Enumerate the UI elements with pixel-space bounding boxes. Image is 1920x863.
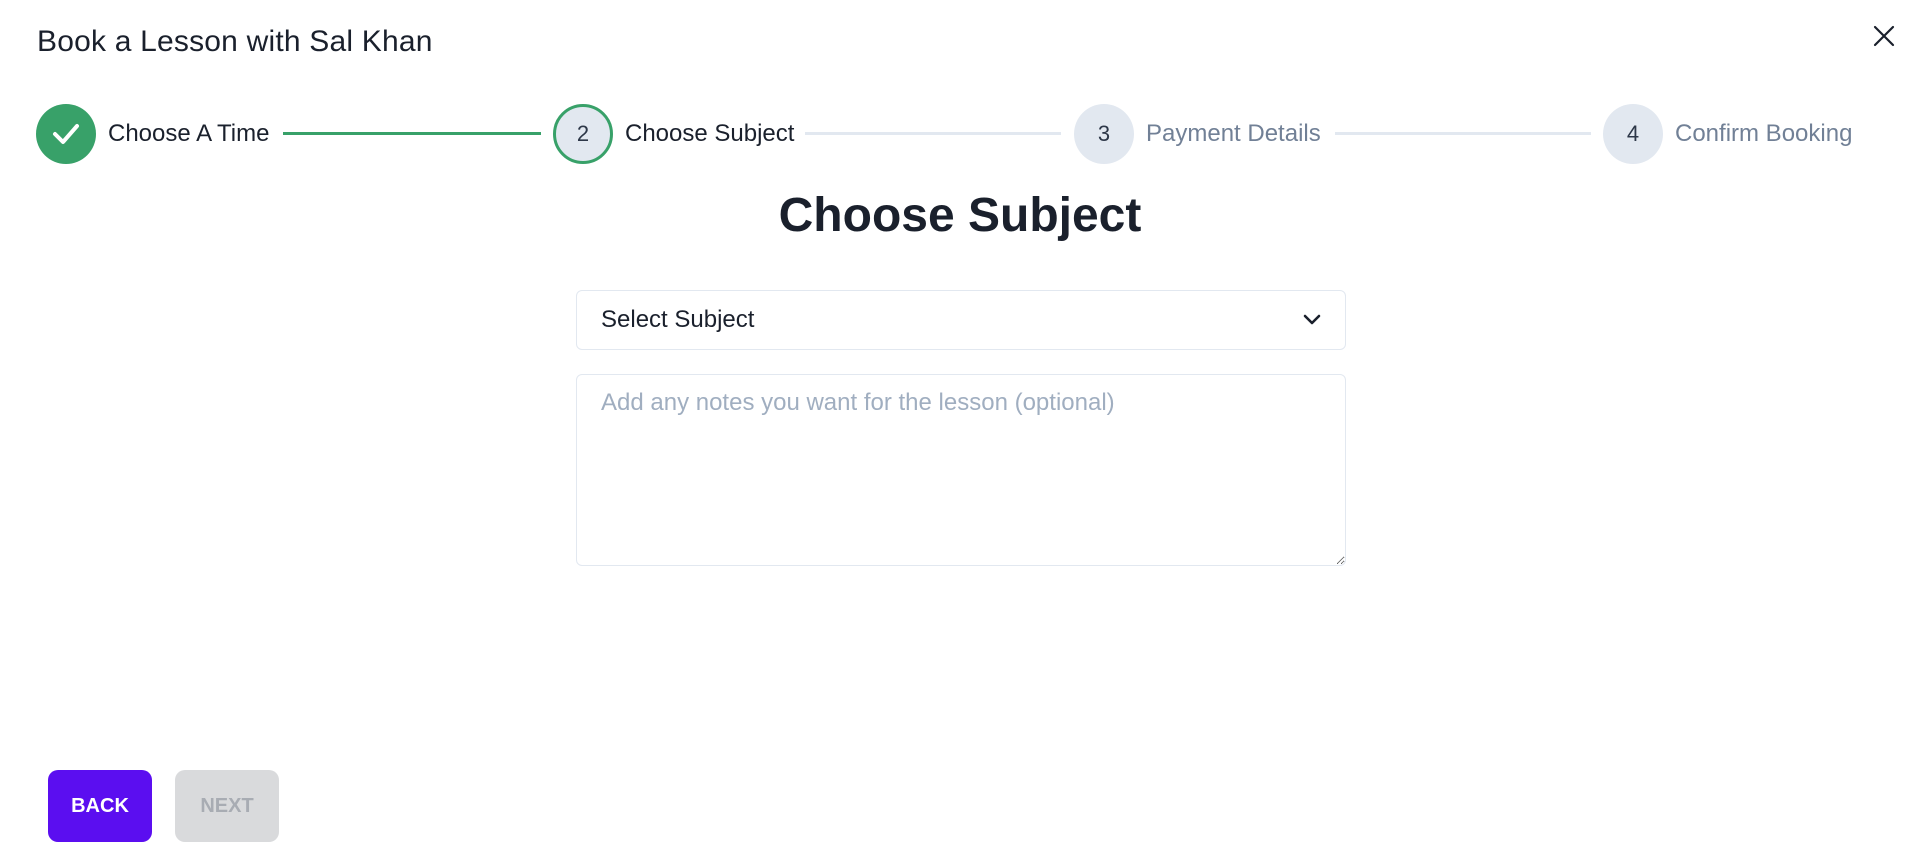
step-4-indicator: 4 bbox=[1603, 104, 1663, 164]
next-button[interactable]: NEXT bbox=[175, 770, 279, 842]
step-2-indicator: 2 bbox=[553, 104, 613, 164]
step-4-label: Confirm Booking bbox=[1675, 120, 1853, 147]
subject-select-value: Select Subject bbox=[601, 306, 755, 333]
close-icon bbox=[1873, 25, 1895, 47]
step-2-label: Choose Subject bbox=[625, 120, 795, 147]
step-2-number: 2 bbox=[576, 121, 590, 146]
step-connector-3 bbox=[1335, 132, 1591, 135]
step-1-label: Choose A Time bbox=[108, 120, 270, 147]
step-3-label: Payment Details bbox=[1146, 120, 1321, 147]
booking-dialog: Book a Lesson with Sal Khan Choose A Tim… bbox=[0, 0, 1920, 863]
page-heading: Choose Subject bbox=[778, 189, 1142, 242]
check-icon bbox=[53, 124, 79, 144]
close-button[interactable] bbox=[1868, 20, 1900, 52]
step-3-indicator: 3 bbox=[1074, 104, 1134, 164]
step-3-number: 3 bbox=[1097, 121, 1111, 146]
step-4-number: 4 bbox=[1626, 121, 1640, 146]
dialog-title: Book a Lesson with Sal Khan bbox=[37, 25, 433, 58]
lesson-notes-textarea[interactable] bbox=[576, 374, 1346, 566]
step-connector-2 bbox=[805, 132, 1061, 135]
back-button[interactable]: BACK bbox=[48, 770, 152, 842]
subject-select[interactable]: Select Subject bbox=[576, 290, 1346, 350]
chevron-down-icon bbox=[1303, 314, 1321, 326]
step-connector-1 bbox=[283, 132, 541, 135]
step-1-indicator bbox=[36, 104, 96, 164]
